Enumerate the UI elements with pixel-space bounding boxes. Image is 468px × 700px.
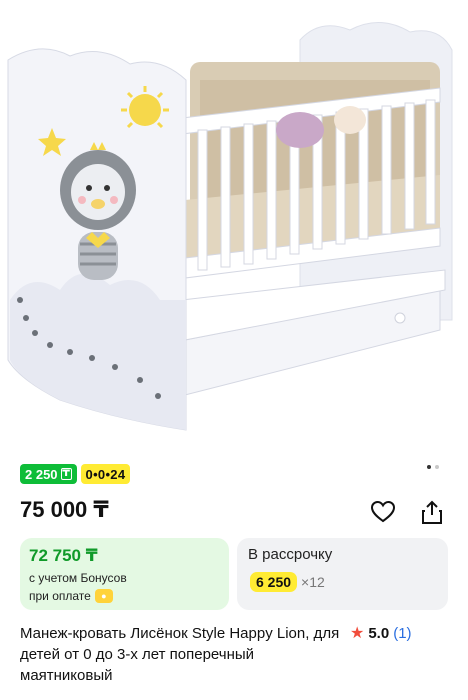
product-image[interactable]: [0, 0, 468, 450]
gallery-dot-2[interactable]: [435, 465, 439, 469]
review-count-link[interactable]: (1): [393, 625, 411, 642]
rating-value: 5.0: [368, 624, 390, 642]
product-title: Манеж-кровать Лисёнок Style Happy Lion, …: [20, 625, 340, 684]
installment-amount: 6 250: [250, 572, 298, 592]
installment-card[interactable]: В рассрочку 6 250 ×12: [237, 538, 448, 610]
bonus-payment-text: при оплате: [29, 589, 91, 603]
installment-badge: 0•0•24: [80, 464, 131, 484]
crib-illustration: [7, 21, 453, 431]
bonus-coin-icon: ●: [94, 589, 113, 603]
share-button[interactable]: [418, 498, 446, 526]
tenge-bonus-icon: ₸: [60, 467, 72, 480]
badges-row: 2 250 ₸ 0•0•24: [20, 464, 131, 484]
star-icon: ★: [350, 625, 365, 642]
bonus-badge-amount: 2 250: [25, 466, 58, 482]
bonus-badge: 2 250 ₸: [20, 464, 77, 484]
gallery-dot-1[interactable]: [427, 465, 431, 469]
rating[interactable]: ★ 5.0 (1): [350, 623, 412, 643]
installment-multiplier: ×12: [301, 574, 325, 590]
installment-row: 6 250 ×12: [250, 572, 325, 592]
heart-icon: [370, 500, 396, 523]
share-icon: [422, 500, 442, 524]
bonus-price-card[interactable]: 72 750 ₸ с учетом Бонусов при оплате ●: [20, 538, 229, 610]
main-price: 75 000 ₸: [20, 497, 109, 522]
bonus-caption: с учетом Бонусов: [29, 571, 127, 585]
bonus-payment-line: при оплате ●: [29, 589, 113, 603]
gallery-dots: [427, 465, 439, 469]
bonus-price: 72 750 ₸: [29, 546, 98, 565]
installment-title: В рассрочку: [248, 546, 333, 563]
favorite-button[interactable]: [369, 498, 397, 526]
